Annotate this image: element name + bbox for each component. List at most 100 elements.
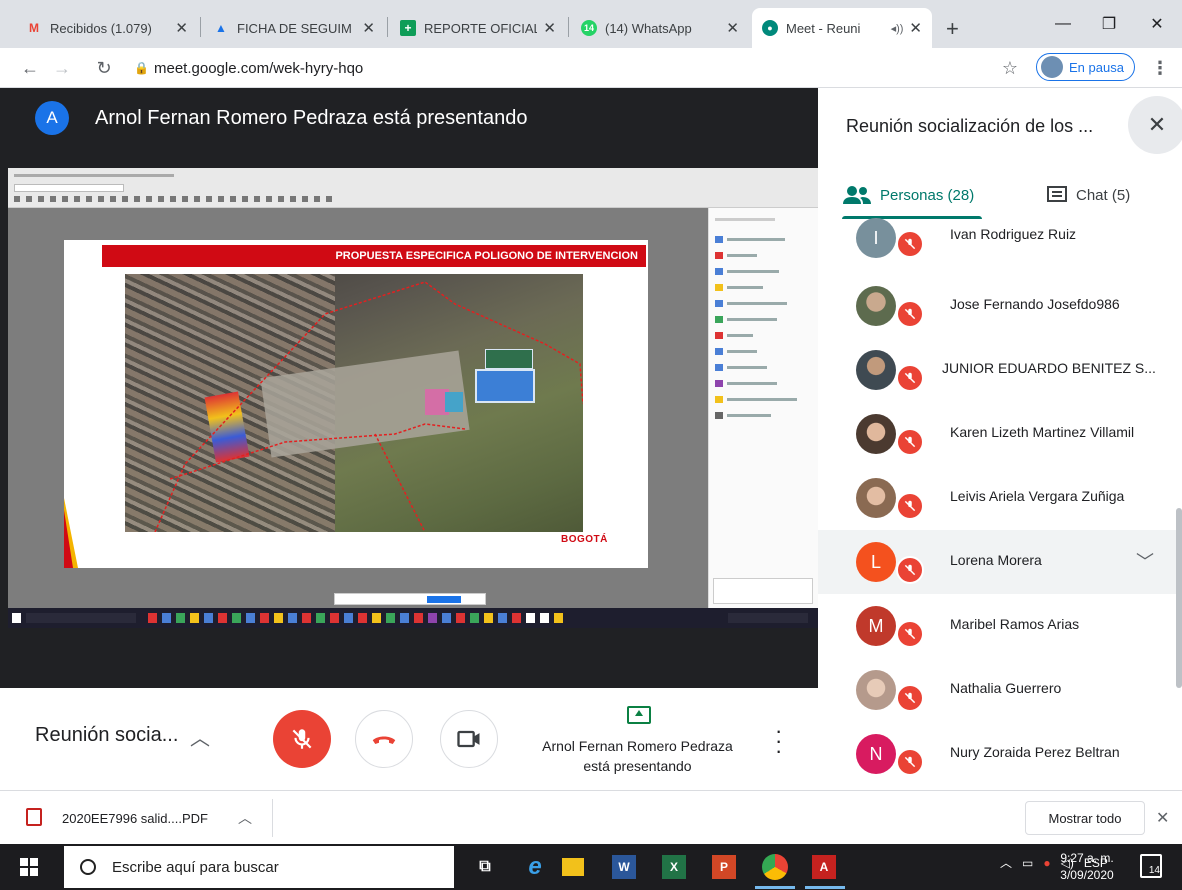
close-icon[interactable]: ✕ (362, 19, 375, 37)
browser-menu-icon[interactable]: ⋮ (1146, 54, 1174, 82)
bogota-logo: BOGOTÁ (561, 534, 608, 545)
presentation-slide: PROPUESTA ESPECIFICA POLIGONO DE INTERVE… (64, 240, 648, 568)
excel-icon[interactable]: X (662, 855, 686, 879)
tab-people[interactable]: Personas (28) (842, 170, 974, 220)
panel-scrollbar[interactable] (1176, 508, 1182, 688)
microphone-toggle-button[interactable] (273, 710, 331, 768)
participant-name: Maribel Ramos Arias (950, 616, 1080, 632)
people-icon (843, 186, 871, 204)
acrobat-icon[interactable]: A (812, 855, 836, 879)
back-arrow-icon[interactable]: ← (16, 54, 44, 82)
participant-avatar: L (856, 542, 896, 582)
tab-whatsapp[interactable]: 14 (14) WhatsApp ✕ (571, 8, 749, 48)
tab-meet[interactable]: ● Meet - Reuni ◂)) ✕ (752, 8, 932, 48)
pdf-tools-pane (708, 208, 818, 608)
tab-label: FICHA DE SEGUIM (237, 20, 352, 36)
show-all-downloads-button[interactable]: Mostrar todo (1025, 801, 1145, 835)
present-screen-icon[interactable] (627, 706, 651, 724)
shared-screen: PROPUESTA ESPECIFICA POLIGONO DE INTERVE… (8, 168, 818, 628)
notifications-icon[interactable]: 14 (1140, 854, 1162, 878)
task-view-icon[interactable]: ⧉ (470, 852, 500, 882)
aerial-photo (125, 274, 583, 532)
hang-up-button[interactable] (355, 710, 413, 768)
windows-start-icon[interactable] (20, 858, 38, 876)
close-window-icon[interactable]: ✕ (1134, 8, 1180, 40)
participant-row[interactable]: L Lorena Morera ﹀ (818, 530, 1182, 594)
tab-reporte[interactable]: + REPORTE OFICIAL ✕ (390, 8, 566, 48)
participant-row[interactable]: Karen Lizeth Martinez Villamil (818, 402, 1182, 466)
internet-explorer-icon[interactable]: e (520, 852, 550, 882)
drive-icon: ▲ (215, 21, 227, 35)
participant-avatar: M (856, 606, 896, 646)
restore-icon[interactable]: ❐ (1086, 8, 1132, 40)
chrome-icon[interactable] (762, 854, 788, 880)
presentation-status[interactable]: Arnol Fernan Romero Pedraza está present… (500, 736, 775, 776)
participant-row[interactable]: Leivis Ariela Vergara Zuñiga (818, 466, 1182, 530)
chevron-up-icon[interactable]: ︿ (190, 722, 210, 751)
meeting-title[interactable]: Reunión socia... (35, 724, 178, 747)
chat-icon (1047, 186, 1067, 202)
more-options-icon[interactable]: · · · (775, 720, 782, 762)
tab-label: REPORTE OFICIAL (424, 20, 538, 36)
close-icon[interactable]: ✕ (543, 19, 556, 37)
powerpoint-icon[interactable]: P (712, 855, 736, 879)
shared-app-toolbar (8, 168, 818, 208)
lock-icon: 🔒 (134, 61, 149, 75)
tab-label: (14) WhatsApp (605, 20, 692, 36)
camera-toggle-button[interactable] (440, 710, 498, 768)
mic-muted-icon (896, 684, 924, 712)
mic-muted-icon (896, 300, 924, 328)
chevron-up-icon[interactable]: ︿ (238, 808, 252, 828)
network-icon[interactable]: ▭ (1022, 856, 1033, 870)
presentation-status-line2: está presentando (583, 758, 692, 774)
onedrive-icon[interactable]: ● (1043, 856, 1050, 870)
participant-row[interactable]: JUNIOR EDUARDO BENITEZ S... (818, 338, 1182, 402)
taskbar-search[interactable]: Escribe aquí para buscar (64, 846, 454, 888)
presenter-title: Arnol Fernan Romero Pedraza está present… (95, 106, 528, 129)
close-panel-button[interactable]: ✕ (1128, 96, 1182, 154)
new-tab-icon[interactable]: + (946, 16, 959, 42)
participant-avatar: I (856, 218, 896, 258)
active-app-indicator (805, 886, 845, 889)
chevron-down-icon[interactable]: ﹀ (1136, 548, 1154, 574)
mic-muted-icon (896, 620, 924, 648)
word-icon[interactable]: W (612, 855, 636, 879)
participant-row[interactable]: I Ivan Rodriguez Ruiz (818, 218, 1182, 282)
chevron-up-icon[interactable]: ︿ (1000, 854, 1012, 871)
participant-row[interactable]: Jose Fernando Josefdo986 (818, 274, 1182, 338)
divider (272, 799, 273, 837)
close-icon[interactable]: ✕ (175, 19, 188, 37)
participant-avatar: N (856, 734, 896, 774)
presenter-banner: A Arnol Fernan Romero Pedraza está prese… (0, 88, 818, 148)
participant-name: JUNIOR EDUARDO BENITEZ S... (942, 360, 1156, 376)
address-bar[interactable]: 🔒 meet.google.com/wek-hyry-hqo (134, 53, 1024, 83)
participant-row[interactable]: N Nury Zoraida Perez Beltran (818, 722, 1182, 786)
participant-row[interactable]: M Maribel Ramos Arias (818, 594, 1182, 658)
forward-arrow-icon[interactable]: → (48, 54, 76, 82)
close-icon[interactable]: ✕ (726, 19, 739, 37)
bookmark-star-icon[interactable]: ☆ (996, 54, 1024, 82)
participant-avatar (856, 414, 896, 454)
audio-playing-icon[interactable]: ◂)) (891, 22, 904, 35)
download-filename[interactable]: 2020EE7996 salid....PDF (62, 811, 208, 826)
download-bar: 2020EE7996 salid....PDF ︿ Mostrar todo ✕ (0, 790, 1182, 844)
mic-muted-icon (896, 364, 924, 392)
tab-chat[interactable]: Chat (5) (1046, 170, 1130, 220)
participant-row[interactable]: Nathalia Guerrero (818, 658, 1182, 722)
tab-ficha[interactable]: ▲ FICHA DE SEGUIM ✕ (203, 8, 385, 48)
taskbar-clock[interactable]: 9:27 a. m. 3/09/2020 (1052, 850, 1122, 884)
windows-taskbar: Escribe aquí para buscar ⧉ e W X P A ︿ ▭… (0, 844, 1182, 890)
pdf-file-icon (26, 808, 42, 826)
participant-avatar (856, 478, 896, 518)
profile-chip[interactable]: En pausa (1036, 53, 1135, 81)
phone-hangup-icon (372, 736, 396, 744)
url-text: meet.google.com/wek-hyry-hqo (154, 59, 364, 77)
participant-name: Ivan Rodriguez Ruiz (950, 226, 1077, 242)
close-icon[interactable]: ✕ (909, 19, 922, 37)
minimize-icon[interactable]: — (1040, 8, 1086, 40)
close-icon[interactable]: ✕ (1156, 808, 1169, 828)
tab-gmail[interactable]: M Recibidos (1.079) ✕ (16, 8, 198, 48)
file-explorer-icon[interactable] (562, 858, 584, 876)
screen-share-notice (334, 593, 486, 605)
reload-icon[interactable]: ↻ (90, 54, 118, 82)
